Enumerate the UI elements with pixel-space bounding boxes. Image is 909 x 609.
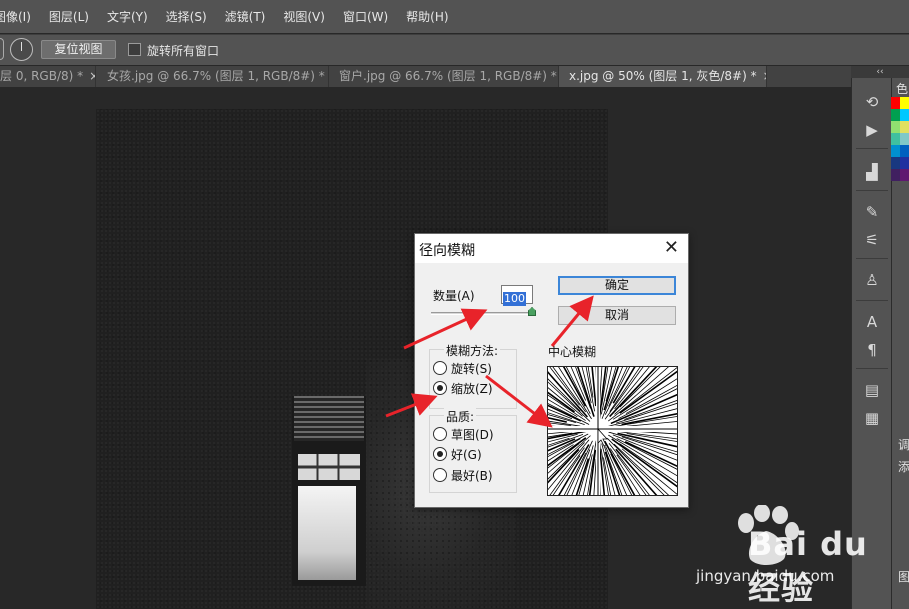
blur-center-preview[interactable] — [547, 366, 678, 496]
brush-presets-icon[interactable]: ✎ — [862, 202, 882, 222]
photo-window — [292, 396, 366, 586]
layers-panel-tab[interactable]: 图 — [898, 568, 909, 585]
quality-draft-radio[interactable] — [433, 427, 447, 441]
menu-select[interactable]: 选择(S) — [157, 8, 216, 25]
tab-x-doc[interactable]: x.jpg @ 50% (图层 1, 灰色/8#) * × — [559, 66, 767, 87]
zoom-burst-preview — [548, 367, 677, 495]
amount-slider-track[interactable] — [431, 312, 533, 315]
color-panel-tab[interactable]: 色 — [896, 80, 908, 97]
tab-label: 女孩.jpg @ 66.7% (图层 1, RGB/8#) * — [107, 69, 325, 83]
radial-blur-dialog: 径向模糊 ✕ 数量(A) 100 确定 取消 模糊方法: 旋转(S) 缩放(Z)… — [414, 233, 689, 508]
amount-label: 数量(A) — [433, 289, 475, 303]
color-swatch[interactable] — [900, 121, 909, 133]
quality-draft-label[interactable]: 草图(D) — [451, 426, 494, 443]
document-tabs: 层 0, RGB/8) * × 女孩.jpg @ 66.7% (图层 1, RGB… — [0, 66, 851, 87]
baidu-watermark: Bai du 经验 jingyan.baidu.com — [690, 505, 890, 607]
blur-center-label: 中心模糊 — [548, 345, 597, 359]
color-swatch[interactable] — [891, 121, 900, 133]
history-icon[interactable]: ⟲ — [862, 92, 882, 112]
blur-method-group: 模糊方法: — [429, 342, 517, 409]
menu-image[interactable]: 图像(I) — [0, 8, 40, 25]
clone-source-icon[interactable]: ♙ — [862, 270, 882, 290]
method-spin-radio[interactable] — [433, 361, 447, 375]
ok-button[interactable]: 确定 — [558, 276, 676, 295]
quality-good-label[interactable]: 好(G) — [451, 446, 482, 463]
method-spin-label[interactable]: 旋转(S) — [451, 360, 492, 377]
close-icon[interactable]: ✕ — [664, 237, 679, 258]
properties-icon[interactable]: ▤ — [862, 380, 882, 400]
rotate-all-windows-checkbox[interactable] — [128, 43, 141, 56]
color-swatch[interactable] — [891, 145, 900, 157]
menu-filter[interactable]: 滤镜(T) — [216, 8, 275, 25]
burst-ray — [601, 367, 623, 419]
amount-value: 100 — [503, 292, 526, 306]
close-icon[interactable]: × — [89, 69, 95, 83]
color-swatch[interactable] — [900, 145, 909, 157]
histogram-icon[interactable]: ▟ — [862, 162, 882, 182]
burst-ray — [548, 398, 578, 418]
color-swatch[interactable] — [900, 97, 909, 109]
tab-girl-doc[interactable]: 女孩.jpg @ 66.7% (图层 1, RGB/8#) *× — [96, 66, 329, 87]
quality-best-label[interactable]: 最好(B) — [451, 467, 493, 484]
quality-good-radio[interactable] — [433, 447, 447, 461]
menu-bar: 图像(I) 图层(L) 文字(Y) 选择(S) 滤镜(T) 视图(V) 窗口(W… — [0, 0, 909, 33]
watermark-url: jingyan.baidu.com — [696, 567, 835, 585]
rotate-all-windows-label: 旋转所有窗口 — [147, 44, 220, 58]
quality-best-radio[interactable] — [433, 468, 447, 482]
add-adjustment-label: 添 — [898, 460, 909, 474]
cancel-button[interactable]: 取消 — [558, 306, 676, 325]
color-swatch[interactable] — [900, 109, 909, 121]
tab-layer0-doc[interactable]: 层 0, RGB/8) * × — [0, 66, 96, 87]
blur-method-title: 模糊方法: — [444, 342, 501, 359]
paragraph-icon[interactable]: ¶ — [862, 340, 882, 360]
color-swatch[interactable] — [900, 157, 909, 169]
dialog-titlebar[interactable]: 径向模糊 ✕ — [415, 234, 688, 263]
color-swatch[interactable] — [891, 157, 900, 169]
close-icon[interactable]: × — [763, 69, 766, 83]
method-zoom-radio[interactable] — [433, 381, 447, 395]
tab-label: 窗户.jpg @ 66.7% (图层 1, RGB/8#) * — [339, 69, 557, 83]
actions-play-icon[interactable]: ▶ — [862, 120, 882, 140]
color-swatch[interactable] — [891, 169, 900, 181]
color-swatches[interactable] — [891, 97, 909, 181]
panel-collapse-icon[interactable]: ‹‹ — [851, 66, 909, 78]
character-icon[interactable]: A — [862, 312, 882, 332]
color-swatch[interactable] — [891, 109, 900, 121]
dialog-title: 径向模糊 — [419, 243, 475, 259]
notes-icon[interactable]: ▦ — [862, 408, 882, 428]
menu-window[interactable]: 窗口(W) — [334, 8, 397, 25]
photo-blinds — [294, 396, 364, 441]
method-zoom-label[interactable]: 缩放(Z) — [451, 380, 493, 397]
reset-view-button[interactable]: 复位视图 — [41, 40, 116, 59]
tab-window-doc[interactable]: 窗户.jpg @ 66.7% (图层 1, RGB/8#) *× — [329, 66, 559, 87]
amount-slider-thumb[interactable] — [528, 307, 536, 316]
color-swatch[interactable] — [900, 169, 909, 181]
color-swatch[interactable] — [891, 97, 900, 109]
burst-ray — [575, 458, 590, 495]
options-bar: 复位视图 旋转所有窗口 — [0, 34, 909, 65]
color-swatch[interactable] — [900, 133, 909, 145]
tool-preset-picker[interactable] — [0, 38, 4, 60]
tab-label: x.jpg @ 50% (图层 1, 灰色/8#) * — [569, 69, 757, 83]
quality-title: 品质: — [444, 408, 477, 425]
menu-view[interactable]: 视图(V) — [274, 8, 334, 25]
adjustments-panel-tab[interactable]: 调 — [898, 436, 909, 453]
menu-help[interactable]: 帮助(H) — [397, 8, 457, 25]
brush-settings-icon[interactable]: ⚟ — [862, 230, 882, 250]
amount-input[interactable]: 100 — [501, 285, 533, 306]
photoshop-app: 图像(I) 图层(L) 文字(Y) 选择(S) 滤镜(T) 视图(V) 窗口(W… — [0, 0, 909, 609]
tab-label: 层 0, RGB/8) * — [0, 69, 84, 83]
menu-type[interactable]: 文字(Y) — [98, 8, 157, 25]
rotate-view-dial-icon[interactable] — [10, 38, 33, 61]
color-swatch[interactable] — [891, 133, 900, 145]
menu-layer[interactable]: 图层(L) — [40, 8, 98, 25]
